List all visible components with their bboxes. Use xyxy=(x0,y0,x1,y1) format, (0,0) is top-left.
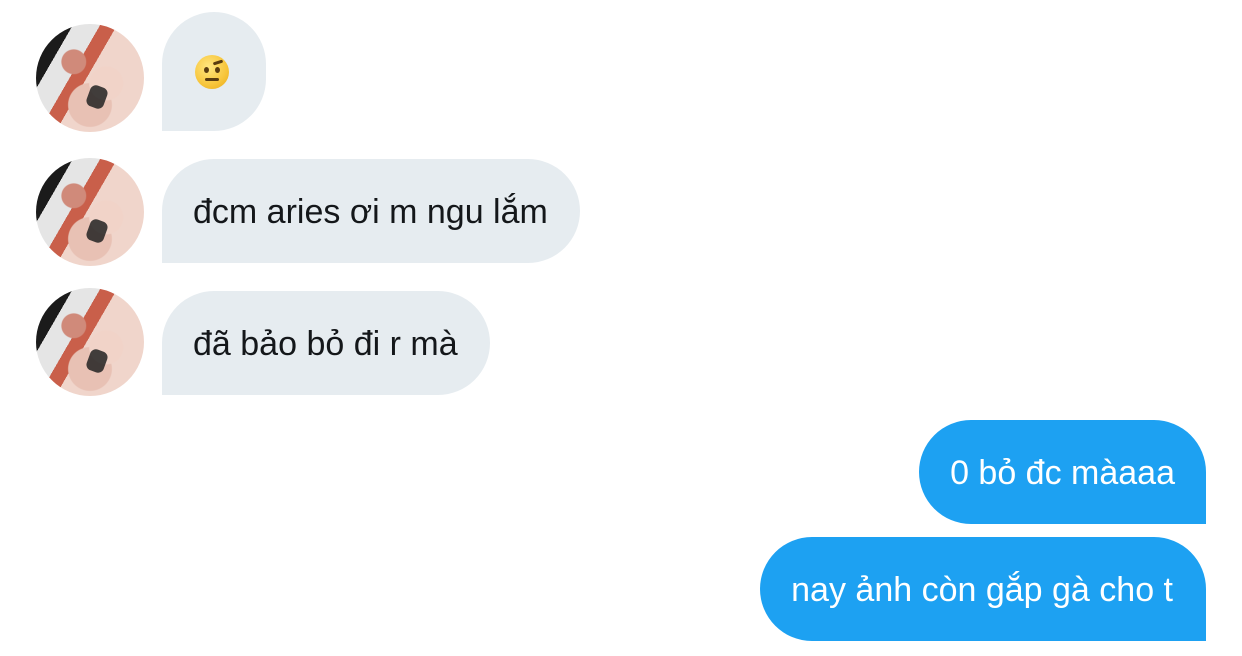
message-text: nay ảnh còn gắp gà cho t xyxy=(791,571,1173,609)
message-bubble-incoming[interactable]: đã bảo bỏ đi r mà xyxy=(162,291,490,395)
message-text: đã bảo bỏ đi r mà xyxy=(193,325,458,363)
message-bubble-incoming[interactable]: đcm aries ơi m ngu lắm xyxy=(162,159,580,263)
message-bubble-outgoing[interactable]: nay ảnh còn gắp gà cho t xyxy=(760,537,1206,641)
message-row-outgoing: nay ảnh còn gắp gà cho t xyxy=(0,537,1242,647)
avatar[interactable] xyxy=(36,24,144,132)
message-bubble-outgoing[interactable]: 0 bỏ đc màaaa xyxy=(919,420,1206,524)
avatar[interactable] xyxy=(36,158,144,266)
message-row-incoming: đcm aries ơi m ngu lắm xyxy=(0,150,1242,270)
raised-eyebrow-face-icon xyxy=(195,55,229,89)
message-text: đcm aries ơi m ngu lắm xyxy=(193,193,548,231)
message-bubble-incoming[interactable] xyxy=(162,12,266,131)
message-text: 0 bỏ đc màaaa xyxy=(950,454,1175,492)
message-row-incoming xyxy=(0,0,1242,140)
message-row-incoming: đã bảo bỏ đi r mà xyxy=(0,282,1242,402)
avatar[interactable] xyxy=(36,288,144,396)
message-row-outgoing: 0 bỏ đc màaaa xyxy=(0,420,1242,530)
